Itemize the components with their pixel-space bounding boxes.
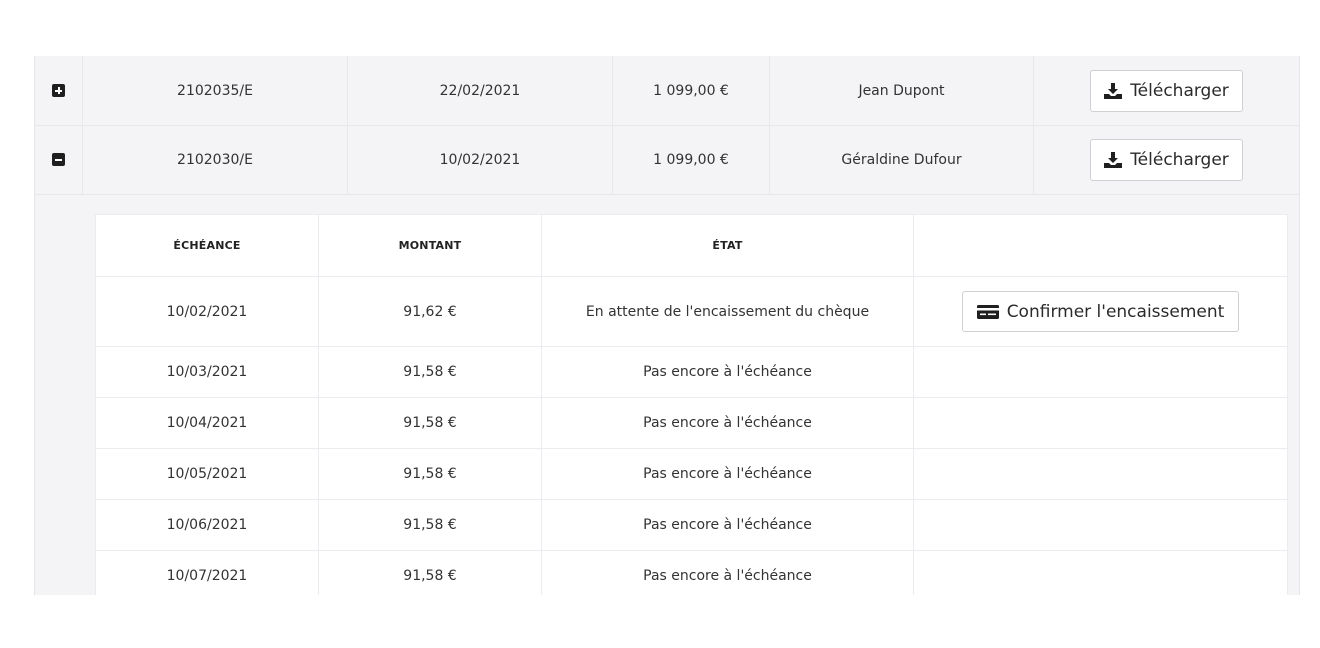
download-button[interactable]: Télécharger [1090, 69, 1243, 112]
installment-amount: 91,58 € [319, 347, 542, 397]
payment-schedule-table: ÉCHÉANCE MONTANT ÉTAT 10/02/2021 91,62 €… [95, 214, 1288, 595]
due-date: 10/06/2021 [96, 500, 319, 550]
schedule-header-row: ÉCHÉANCE MONTANT ÉTAT [96, 215, 1287, 277]
order-amount: 1 099,00 € [613, 56, 770, 125]
expand-cell [35, 56, 83, 125]
confirm-payment-button[interactable]: Confirmer l'encaissement [961, 291, 1240, 332]
order-date: 22/02/2021 [348, 56, 613, 125]
order-row: 2102030/E 10/02/2021 1 099,00 € Géraldin… [35, 125, 1299, 195]
download-label: Télécharger [1130, 149, 1229, 170]
header-due-date: ÉCHÉANCE [96, 215, 319, 276]
payment-state: Pas encore à l'échéance [542, 551, 914, 595]
download-icon [1104, 82, 1123, 99]
download-cell: Télécharger [1034, 125, 1299, 194]
schedule-row: 10/04/2021 91,58 € Pas encore à l'échéan… [96, 398, 1287, 449]
installment-amount: 91,58 € [319, 449, 542, 499]
schedule-row: 10/07/2021 91,58 € Pas encore à l'échéan… [96, 551, 1287, 595]
header-actions [914, 215, 1287, 276]
credit-card-icon [976, 304, 999, 319]
schedule-row: 10/06/2021 91,58 € Pas encore à l'échéan… [96, 500, 1287, 551]
order-number: 2102035/E [83, 56, 348, 125]
due-date: 10/07/2021 [96, 551, 319, 595]
orders-table: 2102035/E 22/02/2021 1 099,00 € Jean Dup… [34, 56, 1300, 595]
schedule-row: 10/05/2021 91,58 € Pas encore à l'échéan… [96, 449, 1287, 500]
installment-amount: 91,58 € [319, 500, 542, 550]
order-number: 2102030/E [83, 125, 348, 194]
payment-state: Pas encore à l'échéance [542, 449, 914, 499]
plus-square-icon[interactable] [52, 84, 65, 97]
schedule-row: 10/03/2021 91,58 € Pas encore à l'échéan… [96, 347, 1287, 398]
payment-state: Pas encore à l'échéance [542, 500, 914, 550]
due-date: 10/04/2021 [96, 398, 319, 448]
order-customer: Jean Dupont [770, 56, 1034, 125]
order-customer: Géraldine Dufour [770, 125, 1034, 194]
payment-state: Pas encore à l'échéance [542, 398, 914, 448]
actions-cell [914, 500, 1287, 550]
schedule-row: 10/02/2021 91,62 € En attente de l'encai… [96, 277, 1287, 347]
order-amount: 1 099,00 € [613, 125, 770, 194]
due-date: 10/02/2021 [96, 277, 319, 346]
payment-state: Pas encore à l'échéance [542, 347, 914, 397]
payment-state: En attente de l'encaissement du chèque [542, 277, 914, 346]
header-amount: MONTANT [319, 215, 542, 276]
order-row: 2102035/E 22/02/2021 1 099,00 € Jean Dup… [35, 56, 1299, 126]
header-state: ÉTAT [542, 215, 914, 276]
expand-cell [35, 125, 83, 194]
installment-amount: 91,62 € [319, 277, 542, 346]
order-date: 10/02/2021 [348, 125, 613, 194]
installment-amount: 91,58 € [319, 551, 542, 595]
actions-cell: Confirmer l'encaissement [914, 277, 1287, 346]
actions-cell [914, 449, 1287, 499]
confirm-payment-label: Confirmer l'encaissement [1006, 301, 1225, 322]
download-button[interactable]: Télécharger [1090, 138, 1243, 181]
download-cell: Télécharger [1034, 56, 1299, 125]
actions-cell [914, 398, 1287, 448]
actions-cell [914, 347, 1287, 397]
actions-cell [914, 551, 1287, 595]
installment-amount: 91,58 € [319, 398, 542, 448]
minus-square-icon[interactable] [52, 153, 65, 166]
due-date: 10/03/2021 [96, 347, 319, 397]
due-date: 10/05/2021 [96, 449, 319, 499]
download-icon [1104, 151, 1123, 168]
download-label: Télécharger [1130, 80, 1229, 101]
